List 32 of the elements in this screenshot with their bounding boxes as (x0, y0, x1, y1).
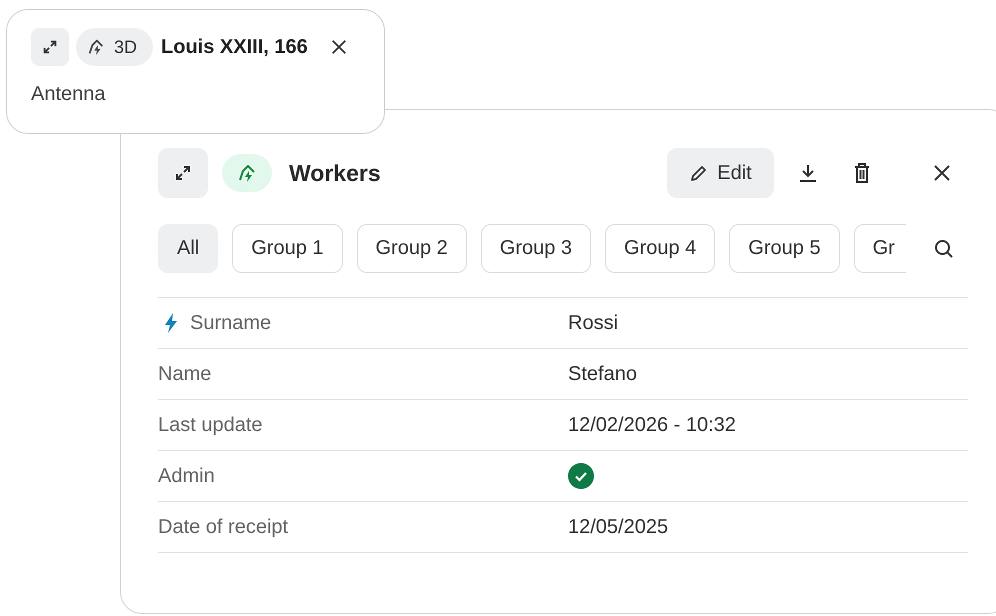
edit-button[interactable]: Edit (667, 148, 774, 198)
badge-label: 3D (114, 36, 138, 58)
field-label: Name (158, 362, 212, 386)
trash-icon (852, 162, 872, 184)
expand-button[interactable] (31, 28, 69, 66)
field-label: Admin (158, 464, 215, 488)
filter-chip[interactable]: Group 5 (729, 224, 840, 273)
panel-title: Workers (289, 160, 381, 186)
filter-chip[interactable]: Group 1 (232, 224, 342, 273)
filter-chip[interactable]: Group 2 (356, 224, 467, 273)
download-icon (797, 162, 819, 184)
filter-chip[interactable]: All (158, 224, 218, 273)
popup-title: Louis XXIII, 166 (161, 36, 308, 58)
house-bolt-icon (222, 154, 272, 192)
close-icon (932, 163, 952, 183)
expand-icon (41, 38, 59, 56)
field-label: Date of receipt (158, 516, 288, 538)
popup-subtitle: Antenna (31, 83, 107, 106)
field-label: Surname (190, 312, 272, 334)
expand-icon (173, 163, 193, 183)
expand-button[interactable] (158, 148, 208, 198)
field-value: 12/02/2026 - 10:32 (568, 414, 736, 436)
field-label: Last update (158, 414, 263, 436)
search-icon (933, 238, 955, 260)
field-value: Rossi (568, 312, 618, 334)
filter-chip[interactable]: Gr (854, 224, 906, 273)
field-value: Stefano (568, 362, 637, 386)
filter-chip[interactable]: Group 3 (480, 224, 592, 273)
field-value: 12/05/2025 (568, 516, 668, 538)
house-bolt-icon (86, 37, 106, 57)
close-icon (330, 38, 348, 56)
filter-chip[interactable]: Group 4 (605, 224, 716, 273)
